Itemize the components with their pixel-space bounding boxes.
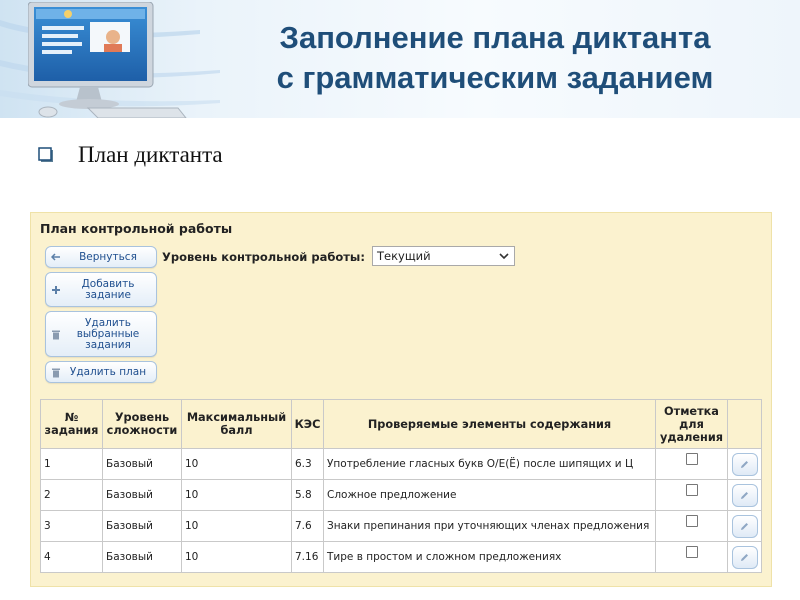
back-button[interactable]: Вернуться <box>45 246 157 268</box>
cell-actions <box>727 448 762 480</box>
header-kes: КЭС <box>291 399 324 449</box>
level-label: Уровень контрольной работы: <box>162 250 365 264</box>
cell-task-number: 2 <box>40 479 103 511</box>
slide-title-line2: с грамматическим заданием <box>276 60 714 95</box>
cell-max-score: 10 <box>181 448 292 480</box>
cell-content: Знаки препинания при уточняющих членах п… <box>323 510 656 542</box>
cell-actions <box>727 479 762 511</box>
cell-content: Употребление гласных букв О/Е(Ё) после ш… <box>323 448 656 480</box>
cell-kes: 7.16 <box>291 541 324 573</box>
plan-panel: План контрольной работы Вернуться Добави… <box>30 212 772 587</box>
trash-icon <box>46 367 66 378</box>
cell-delete-mark <box>655 479 728 511</box>
back-button-label: Вернуться <box>79 250 137 263</box>
cell-kes: 6.3 <box>291 448 324 480</box>
cell-max-score: 10 <box>181 479 292 511</box>
delete-checkbox[interactable] <box>685 546 698 558</box>
cell-difficulty: Базовый <box>102 448 182 480</box>
edit-button[interactable] <box>731 545 758 569</box>
header-difficulty: Уровень сложности <box>102 399 182 449</box>
cell-actions <box>727 541 762 573</box>
header-actions <box>727 399 762 449</box>
cell-delete-mark <box>655 510 728 542</box>
cell-actions <box>727 510 762 542</box>
pencil-icon <box>741 522 748 530</box>
cell-kes: 7.6 <box>291 510 324 542</box>
table-row: 3 Базовый 10 7.6 Знаки препинания при ут… <box>40 510 762 542</box>
trash-icon <box>46 329 66 340</box>
edit-button[interactable] <box>731 452 758 476</box>
cell-task-number: 4 <box>40 541 103 573</box>
table-row: 2 Базовый 10 5.8 Сложное предложение <box>40 479 762 511</box>
level-select-value: Текущий <box>377 249 431 263</box>
edit-button[interactable] <box>731 483 758 507</box>
bullet-text: План диктанта <box>78 142 223 167</box>
pencil-icon <box>741 491 748 499</box>
slide-title-line1: Заполнение плана диктанта <box>279 20 711 55</box>
table-header-row: № задания Уровень сложности Максимальный… <box>40 399 762 449</box>
cell-content: Сложное предложение <box>323 479 656 511</box>
add-task-button-label: Добавить задание <box>81 277 135 301</box>
plan-table: № задания Уровень сложности Максимальный… <box>40 399 762 573</box>
panel-title: План контрольной работы <box>40 221 233 236</box>
header-task-number: № задания <box>40 399 103 449</box>
delete-plan-button[interactable]: Удалить план <box>45 361 157 383</box>
arrow-left-icon <box>46 252 66 262</box>
cell-max-score: 10 <box>181 510 292 542</box>
checkbox-bullet-icon <box>38 147 54 163</box>
cell-difficulty: Базовый <box>102 479 182 511</box>
delete-plan-button-label: Удалить план <box>69 365 147 378</box>
delete-selected-button[interactable]: Удалить выбранные задания <box>45 311 157 357</box>
monitor-illustration-icon <box>28 2 187 118</box>
pencil-icon <box>741 460 748 468</box>
edit-button[interactable] <box>731 514 758 538</box>
bullet-item: План диктанта <box>38 140 223 170</box>
cell-content: Тире в простом и сложном предложениях <box>323 541 656 573</box>
table-row: 4 Базовый 10 7.16 Тире в простом и сложн… <box>40 541 762 573</box>
cell-difficulty: Базовый <box>102 541 182 573</box>
cell-difficulty: Базовый <box>102 510 182 542</box>
slide-header: Заполнение плана диктанта с грамматическ… <box>0 0 800 118</box>
level-select[interactable]: Текущий <box>372 246 515 266</box>
cell-task-number: 1 <box>40 448 103 480</box>
chevron-down-icon <box>498 250 510 265</box>
add-task-button[interactable]: Добавить задание <box>45 272 157 307</box>
plus-icon <box>46 285 66 295</box>
header-max-score: Максимальный балл <box>181 399 292 449</box>
cell-delete-mark <box>655 541 728 573</box>
slide-title: Заполнение плана диктанта с грамматическ… <box>215 18 775 98</box>
header-content: Проверяемые элементы содержания <box>323 399 656 449</box>
delete-checkbox[interactable] <box>685 515 698 527</box>
table-row: 1 Базовый 10 6.3 Употребление гласных бу… <box>40 448 762 480</box>
cell-task-number: 3 <box>40 510 103 542</box>
delete-selected-button-label: Удалить выбранные задания <box>76 316 140 351</box>
cell-delete-mark <box>655 448 728 480</box>
cell-max-score: 10 <box>181 541 292 573</box>
header-delete-mark: Отметка для удаления <box>655 399 728 449</box>
pencil-icon <box>741 553 748 561</box>
delete-checkbox[interactable] <box>685 484 698 496</box>
cell-kes: 5.8 <box>291 479 324 511</box>
delete-checkbox[interactable] <box>685 453 698 465</box>
